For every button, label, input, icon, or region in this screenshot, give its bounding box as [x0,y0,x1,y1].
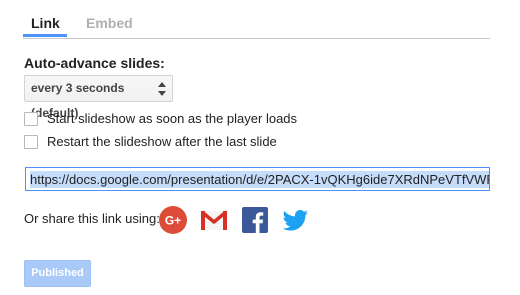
publish-to-web-dialog: Link Embed Auto-advance slides: every 3 … [0,0,520,295]
published-link-field[interactable]: https://docs.google.com/presentation/d/e… [25,167,490,191]
start-slideshow-option[interactable]: Start slideshow as soon as the player lo… [24,111,297,126]
restart-slideshow-checkbox[interactable] [24,134,38,149]
tab-link[interactable]: Link [31,15,60,31]
start-slideshow-label: Start slideshow as soon as the player lo… [47,111,298,126]
twitter-icon[interactable] [280,205,310,235]
restart-slideshow-option[interactable]: Restart the slideshow after the last sli… [24,134,277,149]
tab-bar: Link Embed [23,0,490,39]
svg-text:G+: G+ [165,214,181,228]
facebook-icon[interactable] [240,205,270,235]
share-label: Or share this link using: [24,211,160,226]
select-arrows-icon [158,82,166,96]
published-link-text: https://docs.google.com/presentation/d/e… [30,171,489,188]
tab-embed[interactable]: Embed [86,15,133,31]
gmail-icon[interactable] [199,205,229,235]
active-tab-indicator [23,34,67,37]
google-plus-icon[interactable]: G+ [158,205,188,235]
auto-advance-title: Auto-advance slides: [24,55,165,71]
restart-slideshow-label: Restart the slideshow after the last sli… [47,134,277,149]
published-button[interactable]: Published [24,260,91,287]
start-slideshow-checkbox[interactable] [24,111,38,126]
auto-advance-select[interactable]: every 3 seconds (default) [24,75,173,120]
